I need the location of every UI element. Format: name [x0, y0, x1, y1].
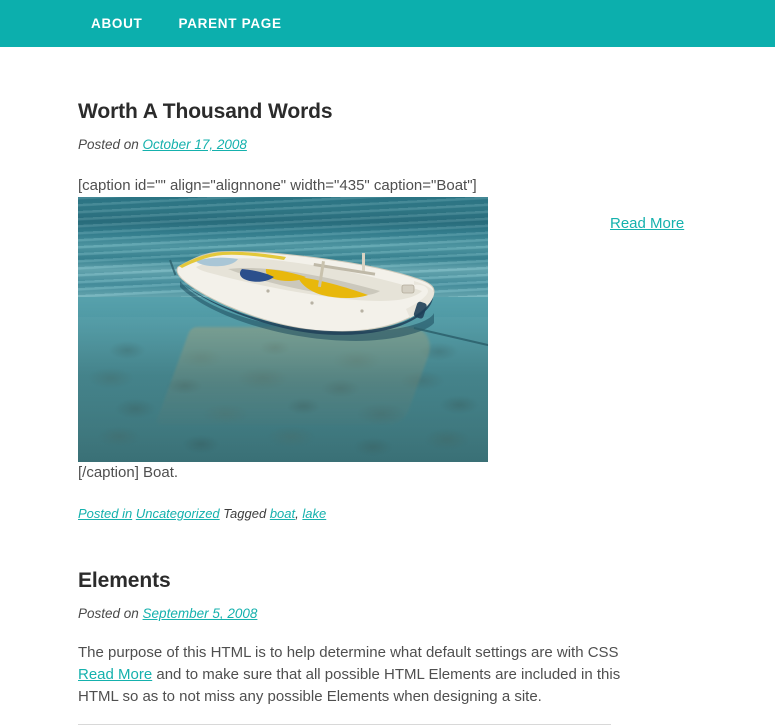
nav-item-about[interactable]: ABOUT: [91, 15, 143, 33]
after-image-text: [/caption] Boat.: [78, 464, 179, 482]
tag-separator: ,: [295, 506, 299, 522]
excerpt-after-text: and to make sure that all possible HTML …: [78, 666, 621, 706]
boat-image: [78, 197, 488, 463]
post-date-link[interactable]: October 17, 2008: [143, 137, 247, 152]
post-body: [caption id="" align="alignnone" width="…: [78, 175, 690, 484]
site-header: ABOUT PARENT PAGE: [0, 0, 775, 47]
post-meta: Posted on October 17, 2008: [78, 136, 690, 155]
rowboat: [166, 239, 488, 357]
tag-link-boat[interactable]: boat: [270, 506, 295, 521]
post-date-link[interactable]: September 5, 2008: [143, 606, 258, 621]
post-meta: Posted on September 5, 2008: [78, 605, 690, 624]
entry-footer: Posted in Uncategorized Tagged boat, lak…: [78, 506, 690, 521]
tag-link-lake[interactable]: lake: [302, 506, 326, 521]
read-more-link[interactable]: Read More: [78, 666, 152, 683]
nav-link-about[interactable]: ABOUT: [91, 16, 143, 31]
caption-shortcode-text: [caption id="" align="alignnone" width="…: [78, 177, 477, 195]
rowboat-svg: [176, 251, 435, 342]
nav-link-parent-page[interactable]: PARENT PAGE: [179, 16, 282, 31]
post-title: Worth A Thousand Words: [78, 100, 333, 123]
read-more-link[interactable]: Read More: [610, 215, 684, 232]
post-worth-a-thousand-words: Worth A Thousand Words Posted on October…: [78, 47, 690, 521]
post-elements: Elements Posted on September 5, 2008 The…: [78, 521, 690, 725]
posted-on-label: Posted on: [78, 606, 143, 622]
excerpt-before-text: The purpose of this HTML is to help dete…: [78, 644, 619, 662]
post-title: Elements: [78, 569, 171, 593]
post-figure: [78, 197, 690, 463]
tagged-label: Tagged: [223, 506, 267, 522]
posted-on-label: Posted on: [78, 137, 143, 153]
primary-navigation: ABOUT PARENT PAGE: [91, 15, 318, 33]
category-link[interactable]: Uncategorized: [136, 506, 220, 521]
post-excerpt: The purpose of this HTML is to help dete…: [78, 642, 623, 708]
nav-item-parent-page[interactable]: PARENT PAGE: [179, 15, 282, 33]
main-content: Worth A Thousand Words Posted on October…: [0, 47, 775, 725]
posted-in-link[interactable]: Posted in: [78, 506, 132, 521]
nav-list: ABOUT PARENT PAGE: [91, 15, 318, 33]
